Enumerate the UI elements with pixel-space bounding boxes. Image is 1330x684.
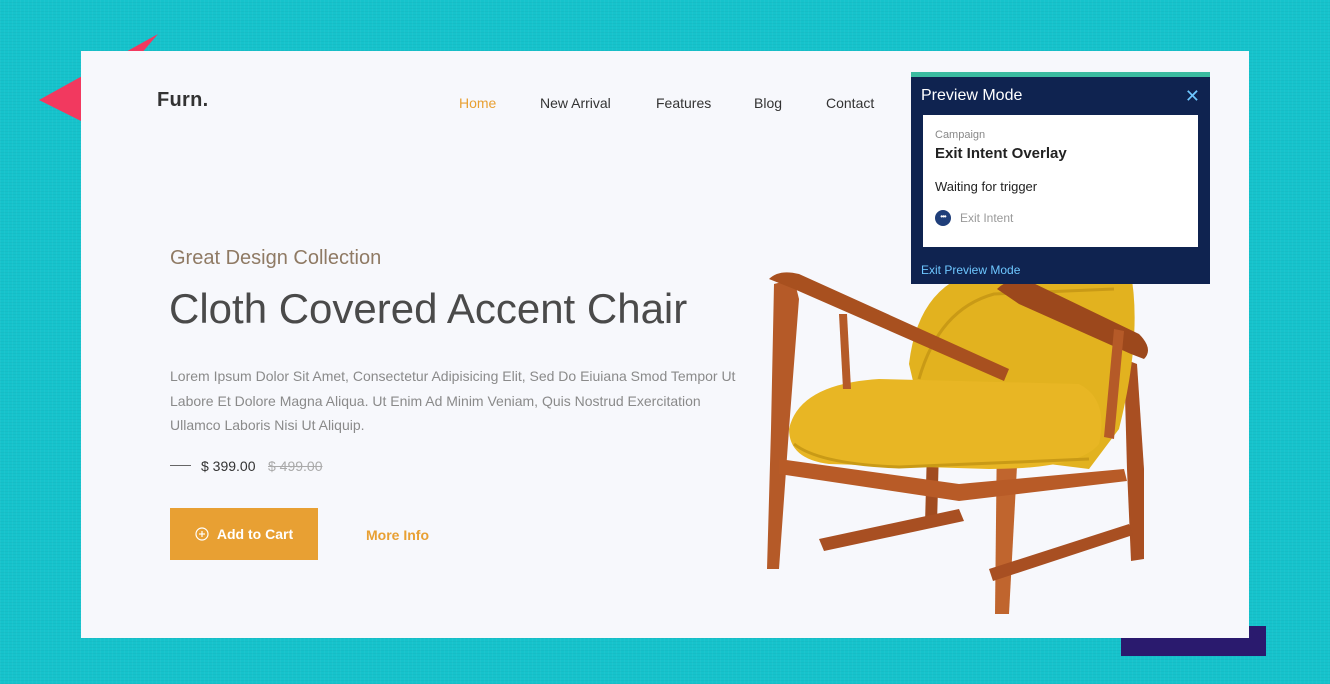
campaign-name: Exit Intent Overlay	[935, 145, 1067, 162]
logo: Furn.	[157, 89, 209, 111]
preview-mode-panel: Preview Mode ✕ Campaign Exit Intent Over…	[911, 72, 1210, 284]
hero-description: Lorem Ipsum Dolor Sit Amet, Consectetur …	[170, 368, 736, 433]
add-to-cart-button[interactable]: Add to Cart	[170, 508, 318, 560]
add-to-cart-label: Add to Cart	[216, 526, 294, 542]
campaign-card: Campaign Exit Intent Overlay Waiting for…	[923, 115, 1198, 247]
hero-title: Cloth Covered Accent Chair	[169, 285, 688, 332]
preview-title: Preview Mode	[921, 87, 1023, 104]
hero-subtitle: Great Design Collection	[170, 247, 382, 269]
more-dots-icon: •••	[935, 210, 951, 226]
old-price: $ 499.00	[268, 458, 323, 474]
current-price: $ 399.00	[201, 458, 256, 474]
nav-blog[interactable]: Blog	[754, 95, 782, 111]
nav-new-arrival[interactable]: New Arrival	[540, 95, 611, 111]
price-dash	[170, 465, 191, 466]
plus-circle-icon	[195, 527, 209, 541]
nav-contact[interactable]: Contact	[826, 95, 874, 111]
exit-preview-link[interactable]: Exit Preview Mode	[921, 263, 1020, 277]
trigger-label: Exit Intent	[960, 211, 1014, 225]
campaign-status: Waiting for trigger	[935, 179, 1038, 194]
more-info-link[interactable]: More Info	[366, 527, 429, 543]
close-icon[interactable]: ✕	[1185, 87, 1200, 105]
campaign-label: Campaign	[935, 129, 986, 141]
nav-features[interactable]: Features	[656, 95, 711, 111]
nav-home[interactable]: Home	[459, 95, 496, 111]
chair-image	[767, 269, 1148, 614]
